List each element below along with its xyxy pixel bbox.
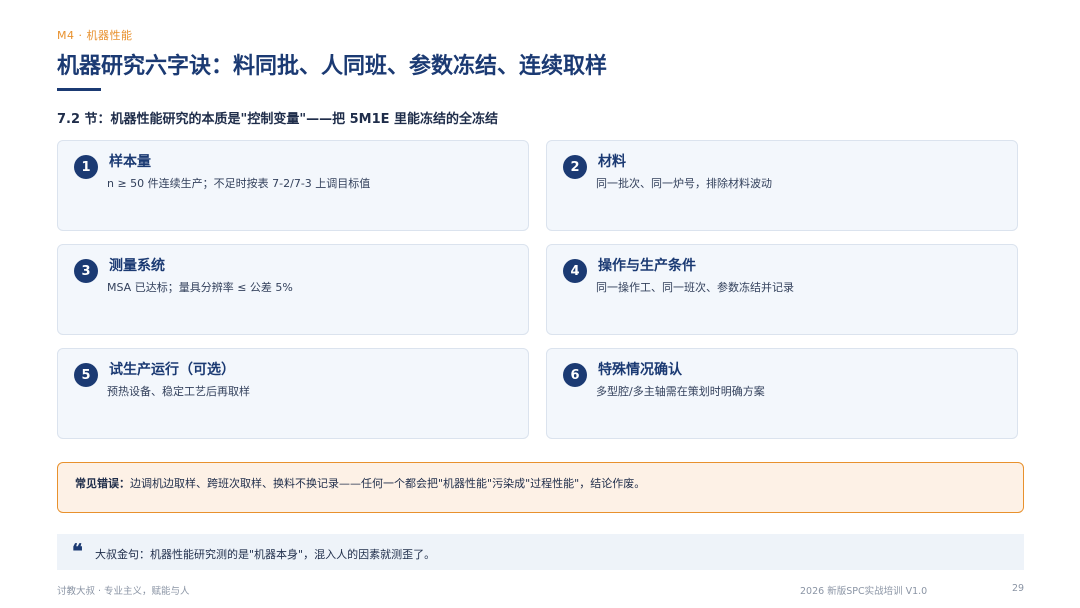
page-number: 29 (1012, 583, 1025, 594)
card-description: MSA 已达标；量具分辨率 ≤ 公差 5% (107, 281, 293, 294)
card-number-badge: 5 (74, 363, 98, 387)
card-measurement-system: 3 测量系统 MSA 已达标；量具分辨率 ≤ 公差 5% (57, 244, 529, 335)
card-description: 预热设备、稳定工艺后再取样 (107, 385, 250, 398)
quote-icon: ❝ (72, 539, 83, 563)
warning-label: 常见错误： (75, 477, 130, 490)
footer-brand: 讨教大叔 · 专业主义，赋能与人 (57, 586, 190, 597)
page-title: 机器研究六字诀：料同批、人同班、参数冻结、连续取样 (57, 54, 608, 79)
card-title: 试生产运行（可选） (109, 362, 235, 378)
card-number-badge: 1 (74, 155, 98, 179)
card-sample-size: 1 样本量 n ≥ 50 件连续生产；不足时按表 7-2/7-3 上调目标值 (57, 140, 529, 231)
quote-body: 机器性能研究测的是"机器本身"，混入人的因素就测歪了。 (150, 548, 436, 561)
quote-label: 大叔金句： (95, 548, 150, 561)
warning-body: 边调机边取样、跨班次取样、换料不换记录——任何一个都会把"机器性能"污染成"过程… (130, 477, 646, 490)
card-description: 同一操作工、同一班次、参数冻结并记录 (596, 281, 794, 294)
card-operation-conditions: 4 操作与生产条件 同一操作工、同一班次、参数冻结并记录 (546, 244, 1018, 335)
card-title: 操作与生产条件 (598, 258, 696, 274)
card-title: 测量系统 (109, 258, 165, 274)
quote-callout: ❝ 大叔金句：机器性能研究测的是"机器本身"，混入人的因素就测歪了。 (57, 534, 1024, 570)
card-title: 材料 (598, 154, 626, 170)
card-title: 样本量 (109, 154, 151, 170)
warning-text: 常见错误：边调机边取样、跨班次取样、换料不换记录——任何一个都会把"机器性能"污… (75, 475, 645, 491)
card-number-badge: 6 (563, 363, 587, 387)
footer-course-title: 2026 新版SPC实战培训 V1.0 (800, 586, 928, 597)
common-mistakes-callout: 常见错误：边调机边取样、跨班次取样、换料不换记录——任何一个都会把"机器性能"污… (57, 462, 1024, 513)
card-description: n ≥ 50 件连续生产；不足时按表 7-2/7-3 上调目标值 (107, 177, 371, 190)
section-subtitle: 7.2 节：机器性能研究的本质是"控制变量"——把 5M1E 里能冻结的全冻结 (57, 112, 499, 127)
section-tag: M4 · 机器性能 (57, 29, 133, 42)
card-trial-run: 5 试生产运行（可选） 预热设备、稳定工艺后再取样 (57, 348, 529, 439)
title-underline (57, 88, 101, 91)
card-description: 同一批次、同一炉号，排除材料波动 (596, 177, 772, 190)
card-number-badge: 2 (563, 155, 587, 179)
card-material: 2 材料 同一批次、同一炉号，排除材料波动 (546, 140, 1018, 231)
card-number-badge: 3 (74, 259, 98, 283)
card-description: 多型腔/多主轴需在策划时明确方案 (596, 385, 765, 398)
quote-text: 大叔金句：机器性能研究测的是"机器本身"，混入人的因素就测歪了。 (95, 546, 435, 562)
card-title: 特殊情况确认 (598, 362, 682, 378)
card-special-cases: 6 特殊情况确认 多型腔/多主轴需在策划时明确方案 (546, 348, 1018, 439)
card-number-badge: 4 (563, 259, 587, 283)
